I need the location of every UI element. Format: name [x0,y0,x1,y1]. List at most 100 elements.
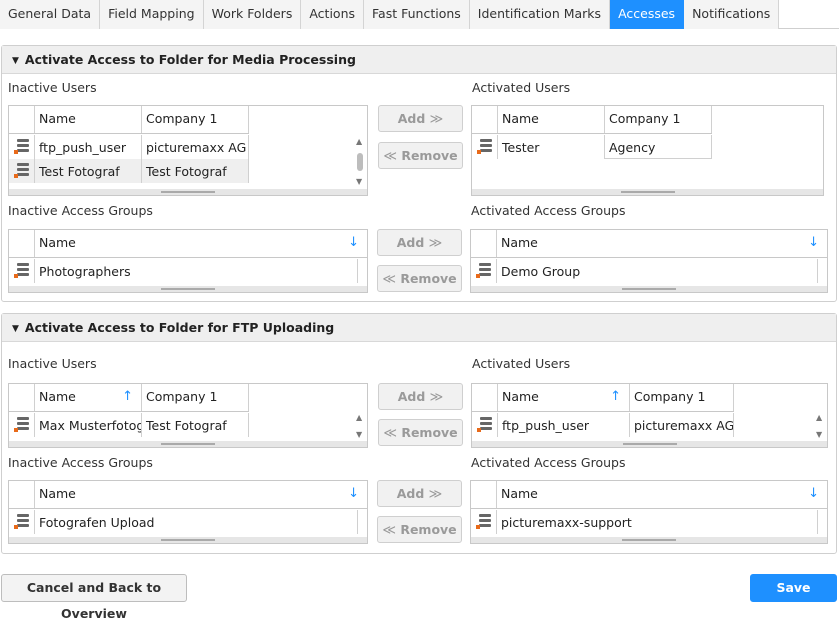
group-name: picturemaxx-support [497,510,818,534]
table-row[interactable]: Test Fotograf Test Fotograf [9,159,249,183]
grid-header: Name ↓ [471,481,827,509]
table-row[interactable]: Fotografen Upload [9,510,358,534]
table-row[interactable]: picturemaxx-support [471,510,818,534]
table-row[interactable]: Demo Group [471,259,818,283]
tab-field-mapping[interactable]: Field Mapping [100,0,204,29]
remove-button[interactable]: ≪ Remove [378,142,463,169]
table-row[interactable]: Tester Agency [472,135,712,159]
scroll-down-icon[interactable]: ▼ [816,430,822,439]
column-company[interactable]: Company 1 [630,384,734,411]
column-name[interactable]: Name ↑ [35,384,142,411]
sort-arrow-icon[interactable]: ↑ [610,384,621,410]
activated-users-label: Activated Users [472,80,571,95]
tab-actions[interactable]: Actions [301,0,365,29]
sort-arrow-icon[interactable]: ↓ [808,481,819,507]
column-company[interactable]: Company 1 [142,384,249,411]
remove-button[interactable]: ≪ Remove [378,419,463,446]
activated-users-grid: Name ↑ Company 1 ftp_push_user picturemax… [471,383,828,448]
panel-title: Activate Access to Folder for FTP Upload… [24,320,335,335]
grid-header: Name ↓ [471,230,827,258]
horizontal-scrollbar[interactable] [472,441,827,447]
activated-groups-grid: Name ↓ Demo Group [470,229,828,293]
save-button[interactable]: Save [750,574,837,602]
table-row[interactable]: ftp_push_user picturemaxx AG [472,413,734,437]
horizontal-scrollbar[interactable] [9,537,367,543]
activated-groups-label: Activated Access Groups [471,455,626,470]
table-row[interactable]: Photographers [9,259,358,283]
inactive-groups-label: Inactive Access Groups [8,455,153,470]
inactive-users-grid: Name ↑ Company 1 Max Musterfotogr Test Fo… [8,383,368,448]
column-name[interactable]: Name ↓ [497,230,827,257]
column-company[interactable]: Company 1 [605,106,712,133]
grid-header: Name Company 1 [472,106,712,134]
add-button[interactable]: Add ≫ [378,383,463,410]
activated-groups-label: Activated Access Groups [471,203,626,218]
remove-group-button[interactable]: ≪ Remove [377,516,462,543]
sort-arrow-icon[interactable]: ↓ [348,481,359,507]
inactive-users-grid: Name Company 1 ftp_push_user picturemaxx… [8,105,368,196]
column-name[interactable]: Name ↓ [497,481,827,508]
group-name: Photographers [35,259,358,283]
table-row[interactable]: ftp_push_user picturemaxx AG [9,135,249,159]
vertical-scrollbar[interactable]: ▲ ▼ [353,135,367,191]
column-name[interactable]: Name [498,106,605,133]
ftp-uploading-header[interactable]: ▼ Activate Access to Folder for FTP Uploa… [2,314,836,342]
grid-header: Name ↓ [9,230,367,258]
horizontal-scrollbar[interactable] [9,189,367,195]
group-name: Fotografen Upload [35,510,358,534]
scroll-down-icon[interactable]: ▼ [356,430,362,439]
add-button[interactable]: Add ≫ [378,105,463,132]
user-company: picturemaxx AG [630,413,734,437]
scroll-down-icon[interactable]: ▼ [356,177,362,186]
horizontal-scrollbar[interactable] [9,441,367,447]
sort-arrow-icon[interactable]: ↑ [122,384,133,410]
inactive-groups-grid: Name ↓ Photographers [8,229,368,293]
user-icon [472,135,498,159]
inactive-users-label: Inactive Users [8,356,97,371]
grid-header: Name ↓ [9,481,367,509]
sort-arrow-icon[interactable]: ↓ [808,230,819,256]
horizontal-scrollbar[interactable] [471,286,827,292]
grid-header: Name ↑ Company 1 [9,384,249,412]
tab-bar: General Data Field Mapping Work Folders … [0,0,839,29]
user-company: Test Fotograf [142,413,249,437]
scroll-up-icon[interactable]: ▲ [816,413,822,422]
grid-header: Name ↑ Company 1 [472,384,734,412]
panel-title: Activate Access to Folder for Media Proc… [24,52,356,67]
user-name: Test Fotograf [35,159,142,183]
cancel-button[interactable]: Cancel and Back to Overview [1,574,187,621]
scroll-up-icon[interactable]: ▲ [356,137,362,146]
inactive-groups-label: Inactive Access Groups [8,203,153,218]
tab-notifications[interactable]: Notifications [684,0,780,29]
column-name[interactable]: Name ↓ [35,481,367,508]
collapse-icon[interactable]: ▼ [12,47,19,75]
vertical-scrollbar[interactable]: ▲ ▼ [353,413,367,443]
horizontal-scrollbar[interactable] [471,537,827,543]
user-icon [9,413,35,437]
tab-fast-functions[interactable]: Fast Functions [364,0,470,29]
vertical-scrollbar[interactable]: ▲ ▼ [813,413,827,443]
activated-users-grid: Name Company 1 Tester Agency [471,105,824,196]
tab-identification-marks[interactable]: Identification Marks [469,0,611,29]
scroll-up-icon[interactable]: ▲ [356,413,362,422]
column-company[interactable]: Company 1 [142,106,249,133]
horizontal-scrollbar[interactable] [472,189,823,195]
tab-work-folders[interactable]: Work Folders [203,0,302,29]
add-group-button[interactable]: Add ≫ [377,480,462,507]
tab-accesses[interactable]: Accesses [610,0,685,29]
add-group-button[interactable]: Add ≫ [377,229,462,256]
collapse-icon[interactable]: ▼ [12,315,19,343]
remove-group-button[interactable]: ≪ Remove [377,265,462,292]
user-icon [9,159,35,183]
horizontal-scrollbar[interactable] [9,286,367,292]
sort-arrow-icon[interactable]: ↓ [348,230,359,256]
column-name[interactable]: Name ↓ [35,230,367,257]
user-icon [472,413,498,437]
media-processing-header[interactable]: ▼ Activate Access to Folder for Media Pro… [2,46,836,74]
inactive-groups-grid: Name ↓ Fotografen Upload [8,480,368,544]
table-row[interactable]: Max Musterfotogr Test Fotograf [9,413,249,437]
group-icon [9,259,35,283]
column-name[interactable]: Name ↑ [498,384,630,411]
column-name[interactable]: Name [35,106,142,133]
tab-general-data[interactable]: General Data [0,0,101,29]
